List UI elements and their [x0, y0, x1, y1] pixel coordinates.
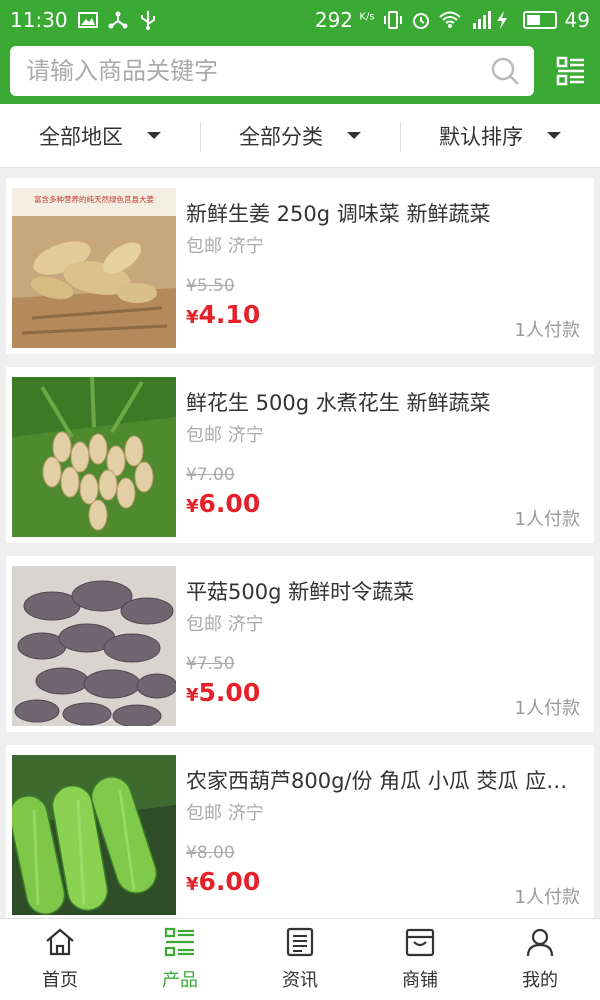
nav-home[interactable]: 首页	[0, 919, 120, 1000]
shop-icon	[404, 927, 436, 962]
product-image[interactable]	[12, 377, 176, 537]
battery-level: 49	[564, 8, 590, 32]
original-price: ¥5.50	[186, 276, 235, 296]
image-icon	[77, 10, 98, 30]
image-caption: 富含多种营养的纯天然绿色莒县大姜	[34, 194, 154, 204]
usb-icon	[138, 10, 158, 30]
nav-mine-label: 我的	[522, 970, 558, 991]
current-price: ¥6.00	[186, 867, 261, 896]
filter-category-label: 全部分类	[239, 124, 323, 149]
vibrate-icon	[383, 10, 403, 30]
bottom-nav: 首页 产品 资讯 商铺 我的	[0, 918, 600, 1000]
nav-products[interactable]: 产品	[120, 919, 240, 1000]
sold-count: 1人付款	[514, 698, 580, 719]
usb-share-icon	[108, 10, 128, 30]
product-location: 包邮 济宁	[186, 614, 264, 635]
nav-shop[interactable]: 商铺	[360, 919, 480, 1000]
product-location: 包邮 济宁	[186, 236, 264, 257]
sold-count: 1人付款	[514, 320, 580, 341]
product-image[interactable]: 富含多种营养的纯天然绿色莒县大姜	[12, 188, 176, 348]
status-time: 11:30	[10, 8, 68, 32]
charging-icon	[495, 10, 515, 30]
alarm-icon	[411, 10, 431, 30]
product-title[interactable]: 鲜花生 500g 水煮花生 新鲜蔬菜	[186, 387, 586, 417]
filter-region-label: 全部地区	[39, 124, 123, 149]
caret-down-icon	[147, 132, 161, 139]
nav-news[interactable]: 资讯	[240, 919, 360, 1000]
nav-products-label: 产品	[162, 970, 198, 991]
header	[0, 40, 600, 104]
product-image[interactable]	[12, 566, 176, 726]
sold-count: 1人付款	[514, 509, 580, 530]
product-title[interactable]: 新鲜生姜 250g 调味菜 新鲜蔬菜	[186, 198, 586, 228]
search-icon[interactable]	[490, 56, 520, 90]
search-box[interactable]	[10, 46, 534, 96]
network-speed: 292 K/s	[314, 8, 375, 32]
product-list-icon	[164, 927, 196, 962]
product-location: 包邮 济宁	[186, 425, 264, 446]
home-icon	[44, 927, 76, 962]
product-card[interactable]: 鲜花生 500g 水煮花生 新鲜蔬菜 包邮 济宁 ¥7.00 ¥6.00 1人付…	[6, 367, 594, 543]
filter-bar: 全部地区 全部分类 默认排序	[0, 104, 600, 168]
4g-signal-icon	[467, 10, 491, 30]
product-card[interactable]: 农家西葫芦800g/份 角瓜 小瓜 茭瓜 应季蔬菜 包邮 济宁 ¥8.00 ¥6…	[6, 745, 594, 921]
nav-mine[interactable]: 我的	[480, 919, 600, 1000]
caret-down-icon	[547, 132, 561, 139]
product-title[interactable]: 平菇500g 新鲜时令蔬菜	[186, 576, 586, 606]
news-icon	[284, 927, 316, 962]
product-list: 富含多种营养的纯天然绿色莒县大姜 新鲜生姜 250g 调味菜 新鲜蔬菜 包邮 济…	[6, 178, 594, 934]
battery-icon	[522, 11, 557, 29]
current-price: ¥4.10	[186, 300, 261, 329]
original-price: ¥7.50	[186, 654, 235, 674]
nav-news-label: 资讯	[282, 970, 318, 991]
user-icon	[524, 927, 556, 962]
original-price: ¥8.00	[186, 843, 235, 863]
filter-region[interactable]: 全部地区	[0, 104, 200, 167]
status-bar: 11:30 292 K/s 49	[0, 0, 600, 40]
category-menu-icon[interactable]	[556, 56, 586, 90]
caret-down-icon	[347, 132, 361, 139]
nav-shop-label: 商铺	[402, 970, 438, 991]
filter-sort[interactable]: 默认排序	[400, 104, 600, 167]
nav-home-label: 首页	[42, 970, 78, 991]
search-input[interactable]	[10, 46, 470, 96]
current-price: ¥5.00	[186, 678, 261, 707]
product-card[interactable]: 平菇500g 新鲜时令蔬菜 包邮 济宁 ¥7.50 ¥5.00 1人付款	[6, 556, 594, 732]
product-card[interactable]: 富含多种营养的纯天然绿色莒县大姜 新鲜生姜 250g 调味菜 新鲜蔬菜 包邮 济…	[6, 178, 594, 354]
filter-sort-label: 默认排序	[439, 124, 523, 149]
wifi-icon	[438, 10, 461, 30]
original-price: ¥7.00	[186, 465, 235, 485]
sold-count: 1人付款	[514, 887, 580, 908]
product-location: 包邮 济宁	[186, 803, 264, 824]
filter-category[interactable]: 全部分类	[200, 104, 400, 167]
product-image[interactable]	[12, 755, 176, 915]
product-title[interactable]: 农家西葫芦800g/份 角瓜 小瓜 茭瓜 应季蔬菜	[186, 765, 586, 795]
current-price: ¥6.00	[186, 489, 261, 518]
